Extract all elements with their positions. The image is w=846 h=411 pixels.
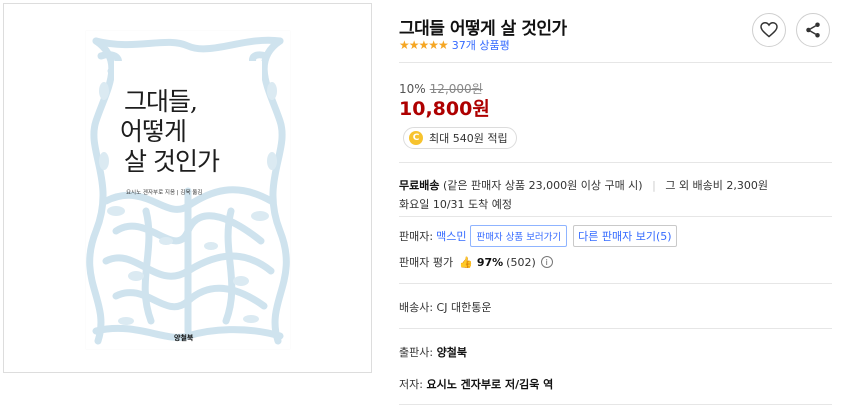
divider [399, 283, 832, 284]
book-cover: 그대들, 어떻게 살 것인가 요시노 겐자부로 지음 | 김욱 옮김 양철북 [86, 31, 290, 349]
share-button[interactable] [796, 13, 830, 47]
divider [399, 328, 832, 329]
sale-price: 10,800원 [399, 98, 490, 120]
product-title: 그대들 어떻게 살 것인가 [399, 19, 567, 39]
author-row: 저자: 요시노 겐자부로 저/김욱 역 [399, 376, 553, 392]
courier-row: 배송사: CJ 대한통운 [399, 301, 492, 314]
seller-rating-pct: 97% [476, 255, 504, 269]
review-count-link[interactable]: 37개 상품평 [452, 37, 510, 53]
cover-publisher-logo: 양철북 [174, 334, 194, 342]
cover-author-line: 요시노 겐자부로 지음 | 김욱 옮김 [126, 190, 203, 196]
other-sellers-button[interactable]: 다른 판매자 보기(5) [573, 225, 677, 247]
cover-title-line3: 살 것인가 [124, 147, 220, 176]
cover-title-line2: 어떻게 [120, 117, 187, 146]
seller-rating-label: 판매자 평가 [399, 256, 454, 269]
publisher-label: 출판사: [399, 346, 434, 359]
points-badge[interactable]: C 최대 540원 적립 [403, 127, 517, 149]
cover-title: 그대들, 어떻게 살 것인가 [120, 87, 260, 177]
rating-row: ★★★★★ 37개 상품평 [399, 37, 510, 53]
publisher-row: 출판사: 양철북 [399, 344, 467, 360]
seller-rating-count: (502) [506, 255, 536, 269]
divider [399, 404, 832, 405]
free-shipping-condition: (같은 판매자 상품 23,000원 이상 구매 시) [442, 179, 643, 192]
share-icon [806, 22, 820, 38]
publisher-value: 양철북 [436, 346, 467, 359]
points-label: 최대 540원 적립 [429, 132, 508, 145]
other-shipping-fee: 그 외 배송비 2,300원 [665, 179, 769, 192]
divider [399, 62, 832, 63]
coin-icon: C [409, 131, 423, 145]
wishlist-button[interactable] [752, 13, 786, 47]
shipping-row: 무료배송 (같은 판매자 상품 23,000원 이상 구매 시) | 그 외 배… [399, 177, 768, 193]
info-icon[interactable]: i [540, 256, 553, 268]
divider [399, 162, 832, 163]
seller-row: 판매자: 맥스민 판매자 상품 보러가기 다른 판매자 보기(5) [399, 225, 677, 247]
star-rating-icon: ★★★★★ [399, 38, 449, 52]
seller-label: 판매자: [399, 230, 434, 243]
product-image-frame[interactable]: 그대들, 어떻게 살 것인가 요시노 겐자부로 지음 | 김욱 옮김 양철북 [3, 3, 372, 373]
separator: | [652, 179, 656, 192]
seller-products-button[interactable]: 판매자 상품 보러가기 [470, 225, 568, 247]
heart-icon [760, 22, 778, 38]
free-shipping-label: 무료배송 [399, 179, 440, 192]
divider [399, 216, 832, 217]
seller-rating-row: 판매자 평가 👍 97% (502) i [399, 254, 553, 270]
author-value: 요시노 겐자부로 저/김욱 역 [426, 378, 554, 391]
author-label: 저자: [399, 378, 423, 391]
arrival-date: 화요일 10/31 도착 예정 [399, 198, 513, 211]
cover-title-line1: 그대들, [124, 87, 198, 116]
seller-name-link[interactable]: 맥스민 [436, 228, 466, 244]
thumbs-up-icon: 👍 [459, 255, 473, 269]
